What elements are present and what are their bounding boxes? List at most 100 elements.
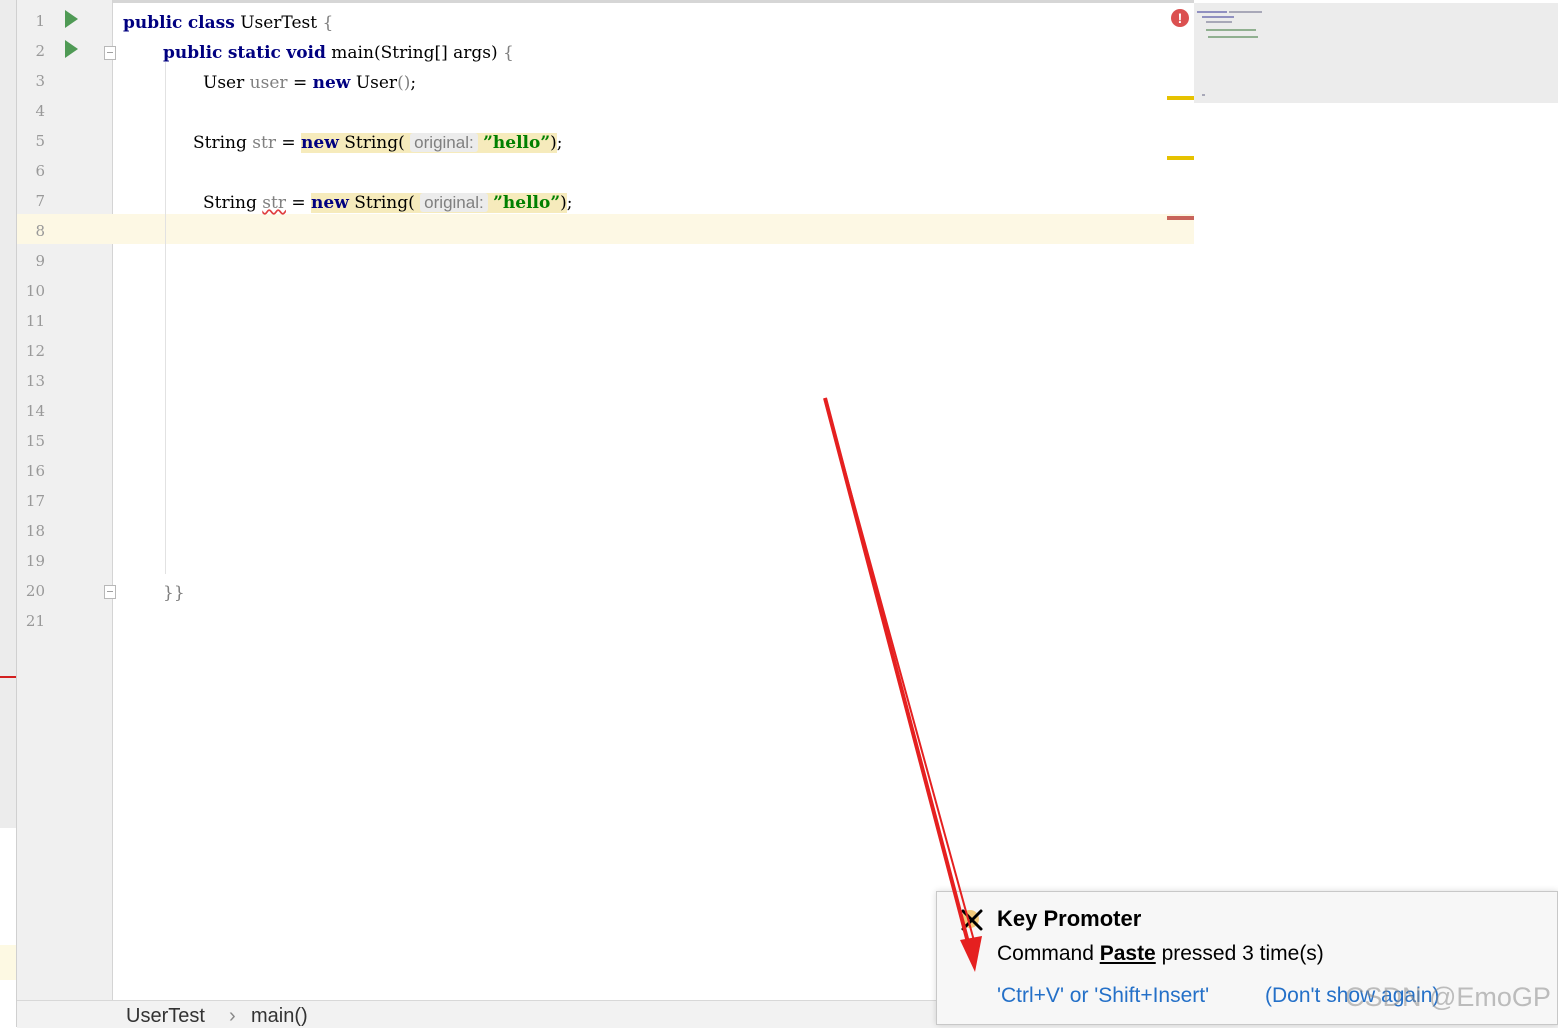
popup-title: Key Promoter <box>997 906 1142 931</box>
semicolon: ; <box>556 133 563 153</box>
keyword: public <box>163 43 223 63</box>
message-prefix: Command <box>997 942 1100 965</box>
open-paren: ( <box>408 193 415 213</box>
minimap-line <box>1206 21 1232 23</box>
message-suffix: pressed 3 time(s) <box>1155 942 1324 965</box>
line-number[interactable]: 19 <box>17 552 45 570</box>
minimap-line <box>1208 36 1258 38</box>
constructor: User <box>355 73 398 93</box>
code-line-3[interactable]: User user = new User(); <box>203 68 416 98</box>
tool-strip-error-mark <box>0 676 17 678</box>
line-number[interactable]: 17 <box>17 492 45 510</box>
run-main-icon[interactable] <box>65 40 78 58</box>
type-name: String <box>193 133 247 153</box>
minimap-line <box>1202 94 1205 96</box>
code-line-5[interactable]: String str = new String( original: ”hell… <box>193 128 563 158</box>
line-number[interactable]: 15 <box>17 432 45 450</box>
left-tool-strip <box>0 0 17 1027</box>
line-number[interactable]: 7 <box>17 192 45 210</box>
close-paren: ) <box>560 193 567 213</box>
line-number[interactable]: 8 <box>17 222 45 240</box>
line-number[interactable]: 4 <box>17 102 45 120</box>
warning-marker[interactable] <box>1167 96 1194 100</box>
variable-name: str <box>252 133 276 153</box>
params: (String[] args) <box>373 43 498 63</box>
current-line-highlight <box>17 214 1194 244</box>
semicolon: ; <box>566 193 573 213</box>
minimap-line <box>1197 11 1227 13</box>
highlighted-expression: new String( original: ”hello”) <box>301 133 557 153</box>
line-number[interactable]: 11 <box>17 312 45 330</box>
keyword: class <box>187 13 235 33</box>
code-line-20[interactable]: }} <box>163 578 185 608</box>
tool-strip-highlight <box>0 945 17 980</box>
line-number[interactable]: 1 <box>17 12 45 30</box>
fold-end-icon[interactable] <box>104 585 116 599</box>
parens: () <box>397 73 411 93</box>
operator: = <box>292 73 308 93</box>
parameter-hint: original: <box>420 193 488 212</box>
line-number[interactable]: 10 <box>17 282 45 300</box>
keyword: new <box>311 193 349 213</box>
warning-marker[interactable] <box>1167 156 1194 160</box>
constructor: String <box>344 133 399 153</box>
type-name: User <box>203 73 245 93</box>
fold-main-icon[interactable] <box>104 46 116 60</box>
class-name: UserTest <box>240 13 318 33</box>
operator: = <box>281 133 296 153</box>
string-literal: ”hello” <box>483 133 551 153</box>
popup-message: Command Paste pressed 3 time(s) <box>997 942 1324 966</box>
line-number[interactable]: 9 <box>17 252 45 270</box>
line-number[interactable]: 21 <box>17 612 45 630</box>
brace: { <box>322 13 334 33</box>
watermark: CSDN @EmoGP <box>1345 982 1551 1012</box>
variable-name-error: str <box>262 193 286 213</box>
line-number[interactable]: 16 <box>17 462 45 480</box>
arrow-shaft <box>823 397 972 951</box>
highlighted-expression: new String( original: ”hello”) <box>311 193 567 213</box>
tool-strip-background <box>0 0 17 828</box>
error-marker[interactable] <box>1167 216 1194 220</box>
line-number[interactable]: 3 <box>17 72 45 90</box>
editor-tab-bar <box>17 0 1194 3</box>
code-minimap[interactable] <box>1194 3 1558 103</box>
minimap-line <box>1206 29 1256 31</box>
keyword: static <box>227 43 281 63</box>
shortcut-link[interactable]: 'Ctrl+V' or 'Shift+Insert' <box>997 984 1209 1008</box>
run-class-icon[interactable] <box>65 10 78 28</box>
brace: { <box>503 43 514 63</box>
error-indicator-icon[interactable]: ! <box>1171 9 1189 27</box>
line-number[interactable]: 20 <box>17 582 45 600</box>
code-line-1[interactable]: public class UserTest { <box>123 8 333 38</box>
breadcrumb-method[interactable]: main() <box>251 1005 308 1028</box>
minimap-line <box>1229 11 1262 13</box>
indent-guide <box>165 62 166 574</box>
code-line-2[interactable]: public static void main(String[] args) { <box>163 38 514 68</box>
constructor: String <box>354 193 409 213</box>
open-paren: ( <box>398 133 405 153</box>
line-number[interactable]: 5 <box>17 132 45 150</box>
variable-name: user <box>249 73 288 93</box>
keyword: public <box>123 13 183 33</box>
line-number[interactable]: 6 <box>17 162 45 180</box>
string-literal: ”hello” <box>493 193 561 213</box>
keyword: new <box>312 73 351 93</box>
line-number[interactable]: 14 <box>17 402 45 420</box>
line-number[interactable]: 12 <box>17 342 45 360</box>
key-promoter-icon <box>961 909 983 931</box>
code-line-7[interactable]: String str = new String( original: ”hell… <box>203 188 573 218</box>
keyword: void <box>286 43 326 63</box>
breadcrumb-class[interactable]: UserTest <box>126 1005 205 1028</box>
command-name: Paste <box>1099 942 1156 965</box>
breadcrumb-separator: › <box>229 1005 236 1027</box>
line-number[interactable]: 13 <box>17 372 45 390</box>
line-number[interactable]: 2 <box>17 42 45 60</box>
type-name: String <box>203 193 257 213</box>
line-number[interactable]: 18 <box>17 522 45 540</box>
operator: = <box>291 193 306 213</box>
gutter-divider <box>112 0 113 1000</box>
minimap-line <box>1202 16 1234 18</box>
keyword: new <box>301 133 339 153</box>
close-paren: ) <box>550 133 557 153</box>
arrow-shaft-edge <box>824 397 977 949</box>
